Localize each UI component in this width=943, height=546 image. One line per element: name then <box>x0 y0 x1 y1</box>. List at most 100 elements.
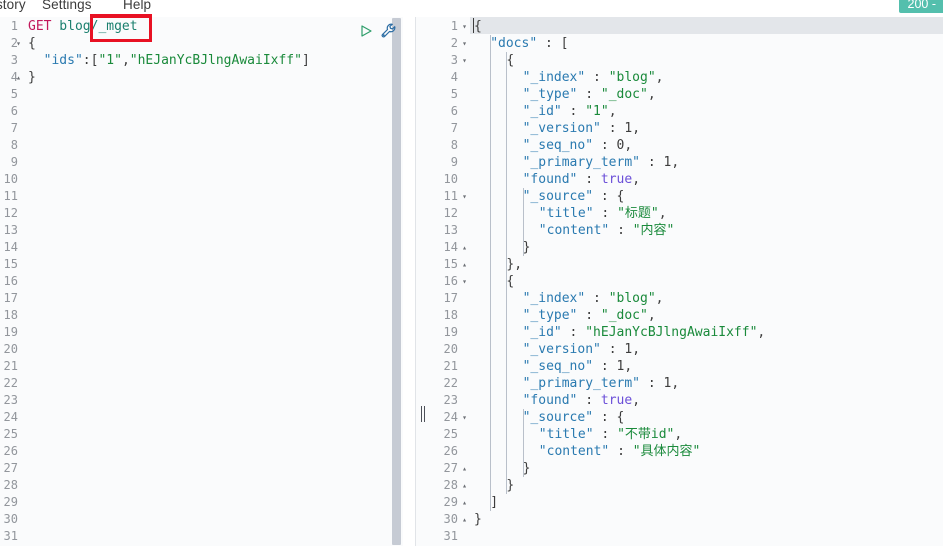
request-line-number: 29 <box>3 495 18 509</box>
json-string-value: "标题" <box>617 206 659 221</box>
request-actions <box>358 22 403 42</box>
response-code-line[interactable]: "found" : true, <box>470 392 943 409</box>
punct: :[ <box>82 53 99 68</box>
menu-item-settings[interactable]: Settings <box>42 0 92 12</box>
code-fold-toggle-icon[interactable]: ▾ <box>460 52 469 69</box>
request-line-number: 5 <box>10 87 18 101</box>
response-code-line[interactable]: "_primary_term" : 1, <box>470 154 943 171</box>
response-code-line[interactable]: "_type" : "_doc", <box>470 86 943 103</box>
response-code-line[interactable]: "content" : "具体内容" <box>470 443 943 460</box>
response-code-line[interactable]: }, <box>470 256 943 273</box>
request-line-number: 9 <box>10 155 18 169</box>
json-punctuation: : <box>577 308 601 323</box>
json-punctuation: : { <box>593 410 625 425</box>
json-punctuation: , <box>658 206 667 221</box>
request-code-line[interactable]: GET blog/_mget <box>22 18 389 35</box>
json-punctuation: : <box>577 393 601 408</box>
json-punctuation: , <box>655 70 664 85</box>
code-fold-toggle-icon[interactable]: ▴ <box>460 239 469 256</box>
json-key: "ids" <box>43 53 83 68</box>
response-code-area[interactable]: {"docs" : [{"_index" : "blog", "_type" : … <box>470 17 943 546</box>
json-key: "_primary_term" <box>522 155 640 170</box>
response-code-line[interactable]: "_index" : "blog", <box>470 290 943 307</box>
response-code-line[interactable]: "docs" : [ <box>470 35 943 52</box>
json-punctuation: : <box>585 291 609 306</box>
response-code-line[interactable]: "title" : "不带id", <box>470 426 943 443</box>
response-line-number: 30 <box>443 512 458 526</box>
response-line-number: 19 <box>443 325 458 339</box>
json-punctuation: { <box>506 53 515 68</box>
code-fold-toggle-icon[interactable]: ▾ <box>460 188 469 205</box>
panel-splitter[interactable] <box>416 17 430 546</box>
send-request-play-icon[interactable] <box>358 23 374 39</box>
request-line-number: 14 <box>3 240 18 254</box>
json-punctuation: : [ <box>537 36 569 51</box>
json-key: "_seq_no" <box>522 138 594 153</box>
response-code-line[interactable]: } <box>470 511 943 528</box>
response-code-line[interactable]: ] <box>470 494 943 511</box>
json-punctuation: , <box>608 104 617 119</box>
response-editor-panel[interactable]: 1 ▾ 2 ▾ 3 ▾ 4 5 6 7 8 9 10 11 ▾ 12 13 14 ▴ 15 ▴ 16 ▾ 17 18 19 20 21… <box>430 17 943 546</box>
menu-item-history[interactable]: History <box>0 0 26 12</box>
response-line-number: 25 <box>443 427 458 441</box>
response-code-line[interactable]: "_seq_no" : 0, <box>470 137 943 154</box>
response-code-line[interactable]: "content" : "内容" <box>470 222 943 239</box>
code-fold-toggle-icon[interactable]: ▴ <box>460 460 469 477</box>
response-line-number: 31 <box>443 529 458 543</box>
response-code-line[interactable]: { <box>470 273 943 290</box>
response-code-line[interactable]: "_source" : { <box>470 409 943 426</box>
json-brace: { <box>28 36 36 51</box>
request-line-number: 25 <box>3 427 18 441</box>
code-fold-toggle-icon[interactable]: ▾ <box>460 409 469 426</box>
response-code-line[interactable]: "_seq_no" : 1, <box>470 358 943 375</box>
request-options-wrench-icon[interactable] <box>380 22 398 40</box>
request-scrollbar-thumb[interactable] <box>392 18 401 545</box>
json-punctuation: : <box>600 342 625 357</box>
response-code-line[interactable]: "_version" : 1, <box>470 341 943 358</box>
splitter-grip-icon[interactable] <box>420 406 426 422</box>
request-editor-panel[interactable]: 1 2 ▾ 3 4 ▴ 5 6 7 8 9 10 11 12 13 14 15 16 17 18 19 20 21 22 23 2… <box>0 17 403 546</box>
code-fold-toggle-icon[interactable]: ▾ <box>460 18 469 35</box>
response-line-number: 16 <box>443 274 458 288</box>
response-line-number: 14 <box>443 240 458 254</box>
menu-item-help[interactable]: Help <box>123 0 151 12</box>
response-code-line[interactable]: "_primary_term" : 1, <box>470 375 943 392</box>
response-code-line[interactable]: "_id" : "1", <box>470 103 943 120</box>
request-code-line[interactable]: "ids":["1","hEJanYcBJlngAwaiIxff"] <box>22 52 389 69</box>
response-code-line[interactable]: } <box>470 477 943 494</box>
code-fold-toggle-icon[interactable]: ▴ <box>460 511 469 528</box>
response-code-line[interactable]: "_source" : { <box>470 188 943 205</box>
code-fold-toggle-icon[interactable]: ▴ <box>460 477 469 494</box>
request-scrollbar[interactable] <box>391 17 402 546</box>
code-fold-toggle-icon[interactable]: ▴ <box>460 256 469 273</box>
json-key: "_type" <box>522 308 578 323</box>
json-punctuation: , <box>632 393 641 408</box>
json-string-value: "blog" <box>608 70 656 85</box>
response-code-line[interactable]: } <box>470 239 943 256</box>
request-line-number: 27 <box>3 461 18 475</box>
request-code-line[interactable]: } <box>22 69 389 86</box>
response-code-line[interactable]: "title" : "标题", <box>470 205 943 222</box>
request-code-area[interactable]: GET blog/_mget{ "ids":["1","hEJanYcBJlng… <box>22 17 389 546</box>
code-fold-toggle-icon[interactable]: ▾ <box>460 273 469 290</box>
json-punctuation: , <box>624 359 633 374</box>
response-code-line[interactable]: { <box>470 52 943 69</box>
code-fold-toggle-icon[interactable]: ▴ <box>460 494 469 511</box>
json-punctuation: : <box>577 172 601 187</box>
request-line-number: 18 <box>3 308 18 322</box>
response-code-line[interactable]: { <box>470 18 943 35</box>
json-key: "_index" <box>522 291 586 306</box>
response-code-line[interactable]: "_type" : "_doc", <box>470 307 943 324</box>
response-code-line[interactable]: "_id" : "hEJanYcBJlngAwaiIxff", <box>470 324 943 341</box>
response-code-line[interactable]: } <box>470 460 943 477</box>
request-line-number: 20 <box>3 342 18 356</box>
code-fold-toggle-icon[interactable]: ▾ <box>460 35 469 52</box>
indent-guide <box>522 188 524 256</box>
response-code-line[interactable]: "found" : true, <box>470 171 943 188</box>
response-code-line[interactable]: "_index" : "blog", <box>470 69 943 86</box>
response-code-line[interactable] <box>470 528 943 545</box>
request-line-number: 30 <box>3 512 18 526</box>
response-code-line[interactable]: "_version" : 1, <box>470 120 943 137</box>
response-line-number: 3 <box>450 53 458 67</box>
request-code-line[interactable]: { <box>22 35 389 52</box>
